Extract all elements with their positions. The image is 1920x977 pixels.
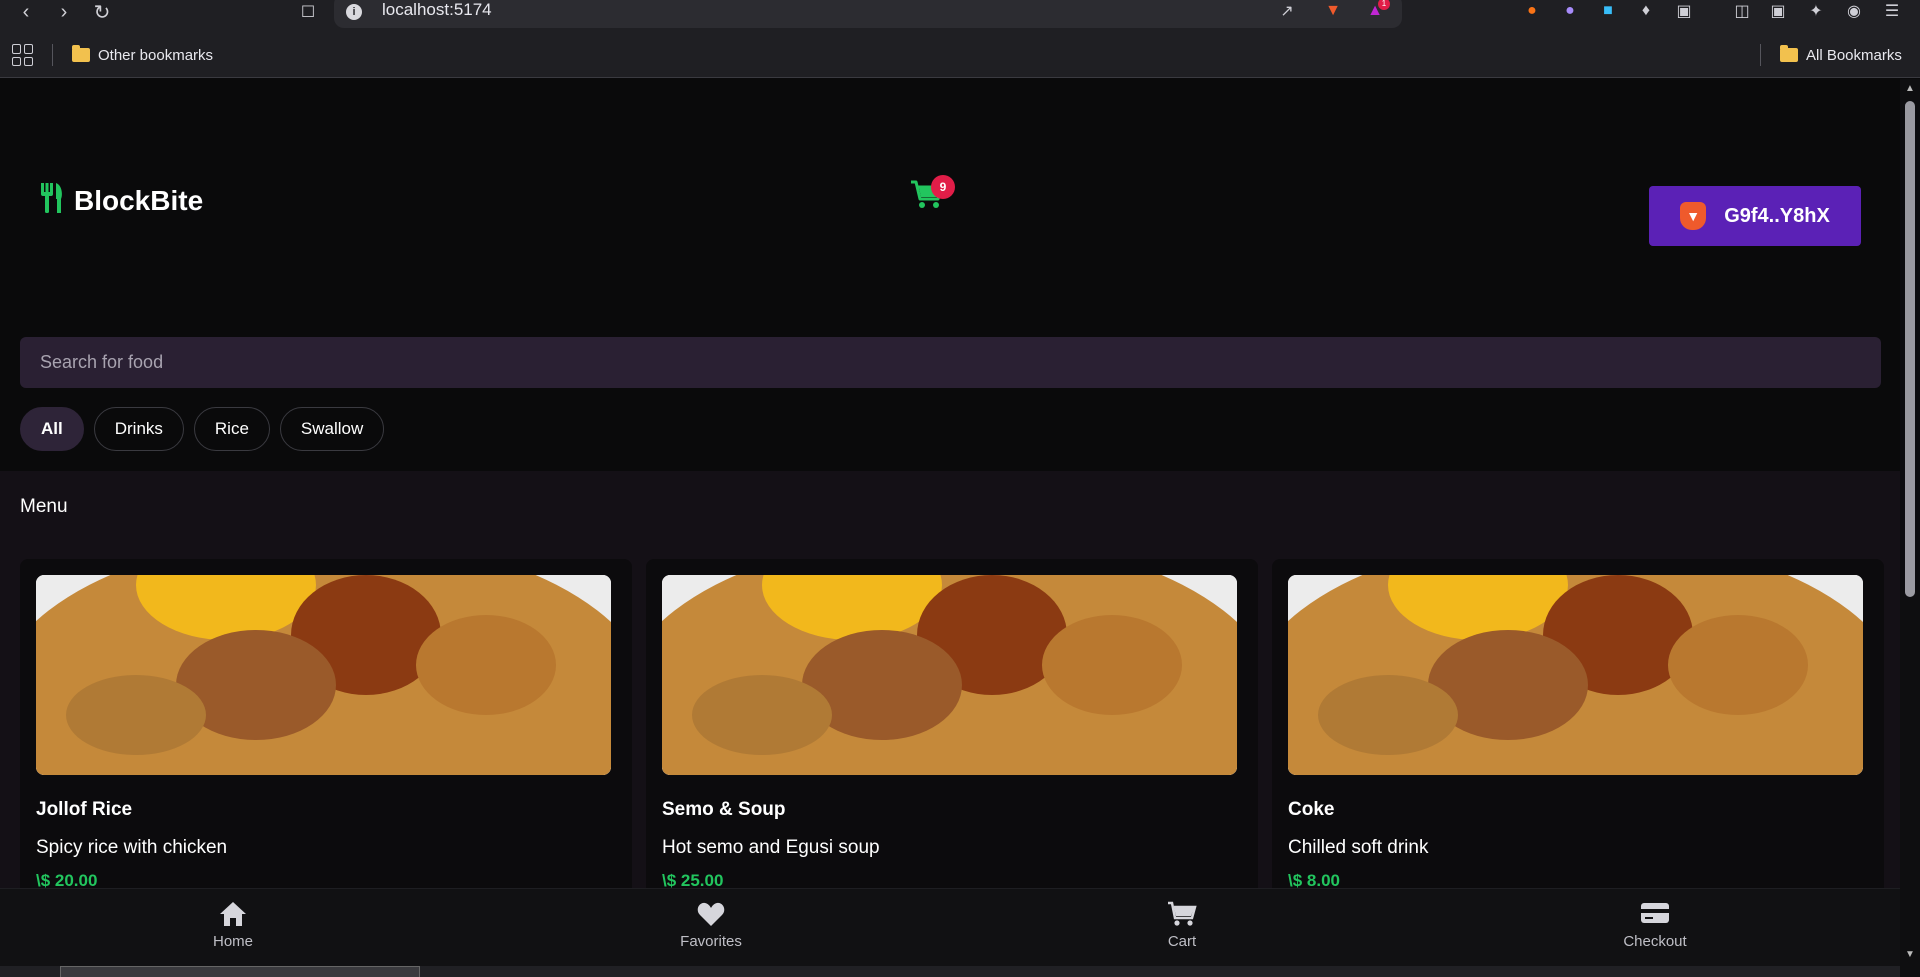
- reload-icon[interactable]: ↻: [88, 0, 116, 24]
- food-name: Semo & Soup: [662, 799, 786, 820]
- nav-cart[interactable]: Cart: [1122, 901, 1242, 961]
- menu-section: Menu Jollof Rice Spicy rice with chicken: [0, 471, 1900, 959]
- scroll-thumb[interactable]: [1905, 101, 1915, 597]
- nav-home[interactable]: Home: [173, 901, 293, 961]
- page-scrollbar[interactable]: ▲ ▼: [1900, 79, 1920, 977]
- food-image: [1288, 575, 1863, 775]
- wallet-icon[interactable]: ▣: [1766, 0, 1790, 22]
- nav-cart-label: Cart: [1167, 933, 1197, 950]
- food-description: Spicy rice with chicken: [36, 837, 228, 858]
- filter-swallow[interactable]: Swallow: [279, 407, 385, 451]
- food-image: [662, 575, 1237, 775]
- cart-count-badge: 9: [931, 175, 955, 199]
- menu-title: Menu: [20, 496, 68, 517]
- scroll-down-icon[interactable]: ▼: [1904, 949, 1916, 961]
- menu-icon[interactable]: ☰: [1880, 0, 1904, 22]
- filter-rice[interactable]: Rice: [193, 407, 270, 451]
- metamask-icon[interactable]: ●: [1520, 0, 1544, 22]
- nav-favorites-label: Favorites: [680, 933, 742, 950]
- vpn-icon[interactable]: ◉: [1842, 0, 1866, 22]
- address-bar[interactable]: i localhost:5174 ↗ ▼ ▲ 1: [334, 0, 1402, 28]
- extension-icon[interactable]: ■: [1596, 0, 1620, 22]
- leo-ai-icon[interactable]: ✦: [1804, 0, 1828, 22]
- brave-wallet-icon: ▼: [1680, 202, 1707, 230]
- bookmark-divider: [52, 44, 53, 66]
- menu-card[interactable]: Semo & Soup Hot semo and Egusi soup \$ 2…: [646, 559, 1258, 939]
- folder-icon: [1780, 45, 1798, 62]
- filter-drinks[interactable]: Drinks: [93, 407, 184, 451]
- site-info-icon[interactable]: i: [346, 4, 362, 20]
- page: BlockBite 9 ▼ G9f4..Y8hX All Drinks Rice…: [0, 79, 1900, 959]
- apps-icon[interactable]: [12, 44, 34, 66]
- bookmarks-bar: Other bookmarks All Bookmarks: [0, 30, 1920, 78]
- nav-checkout[interactable]: Checkout: [1595, 901, 1715, 961]
- bookmark-all[interactable]: All Bookmarks: [1780, 42, 1902, 68]
- food-name: Jollof Rice: [36, 799, 133, 820]
- bottom-nav: Home Favorites Cart Checkout: [0, 888, 1900, 966]
- nav-home-label: Home: [212, 933, 253, 950]
- bookmark-icon[interactable]: ☐: [294, 0, 322, 24]
- browser-toolbar: ‹ › ↻ ☐ i localhost:5174 ↗ ▼ ▲ 1 ● ● ■ ♦…: [0, 0, 1920, 30]
- credit-card-icon: [1640, 901, 1670, 931]
- food-name: Coke: [1288, 799, 1335, 820]
- category-filters: All Drinks Rice Swallow: [20, 407, 385, 451]
- bookmark-other-label: Other bookmarks: [98, 46, 214, 64]
- header-cart-button[interactable]: 9: [910, 175, 955, 220]
- nav-checkout-label: Checkout: [1623, 933, 1687, 950]
- puzzle-icon[interactable]: ♦: [1634, 0, 1658, 22]
- sidebar-icon[interactable]: ◫: [1730, 0, 1754, 22]
- forward-icon[interactable]: ›: [50, 0, 78, 24]
- menu-card[interactable]: Coke Chilled soft drink \$ 8.00: [1272, 559, 1884, 939]
- scroll-up-icon[interactable]: ▲: [1904, 83, 1916, 95]
- app-header: BlockBite 9 ▼ G9f4..Y8hX: [0, 79, 1900, 329]
- food-description: Chilled soft drink: [1288, 837, 1429, 858]
- phantom-icon[interactable]: ●: [1558, 0, 1582, 22]
- food-image: [36, 575, 611, 775]
- bookmark-all-label: All Bookmarks: [1806, 46, 1902, 64]
- brand-name: BlockBite: [74, 185, 204, 216]
- os-taskbar: [0, 966, 1900, 977]
- food-search-input[interactable]: [20, 337, 1881, 388]
- utensils-icon: [40, 183, 64, 219]
- heart-icon: [697, 901, 725, 931]
- bookmark-other[interactable]: Other bookmarks: [72, 42, 213, 68]
- bookmark-divider: [1760, 44, 1761, 66]
- cart-icon: [1167, 901, 1197, 931]
- food-description: Hot semo and Egusi soup: [662, 837, 880, 858]
- tab-search-icon[interactable]: ▣: [1672, 0, 1696, 22]
- brand-logo[interactable]: BlockBite: [40, 183, 203, 219]
- wallet-address: G9f4..Y8hX: [1724, 204, 1830, 227]
- url-text[interactable]: localhost:5174: [382, 0, 492, 20]
- folder-icon: [72, 45, 90, 62]
- filter-all[interactable]: All: [20, 407, 84, 451]
- home-icon: [219, 901, 247, 931]
- rewards-badge: 1: [1378, 0, 1390, 10]
- taskbar-window-preview[interactable]: [60, 966, 420, 977]
- share-icon[interactable]: ↗: [1276, 0, 1298, 22]
- brave-shields-icon[interactable]: ▼: [1322, 0, 1344, 22]
- menu-card[interactable]: Jollof Rice Spicy rice with chicken \$ 2…: [20, 559, 632, 939]
- back-icon[interactable]: ‹: [12, 0, 40, 24]
- nav-favorites[interactable]: Favorites: [651, 901, 771, 961]
- wallet-button[interactable]: ▼ G9f4..Y8hX: [1649, 186, 1861, 246]
